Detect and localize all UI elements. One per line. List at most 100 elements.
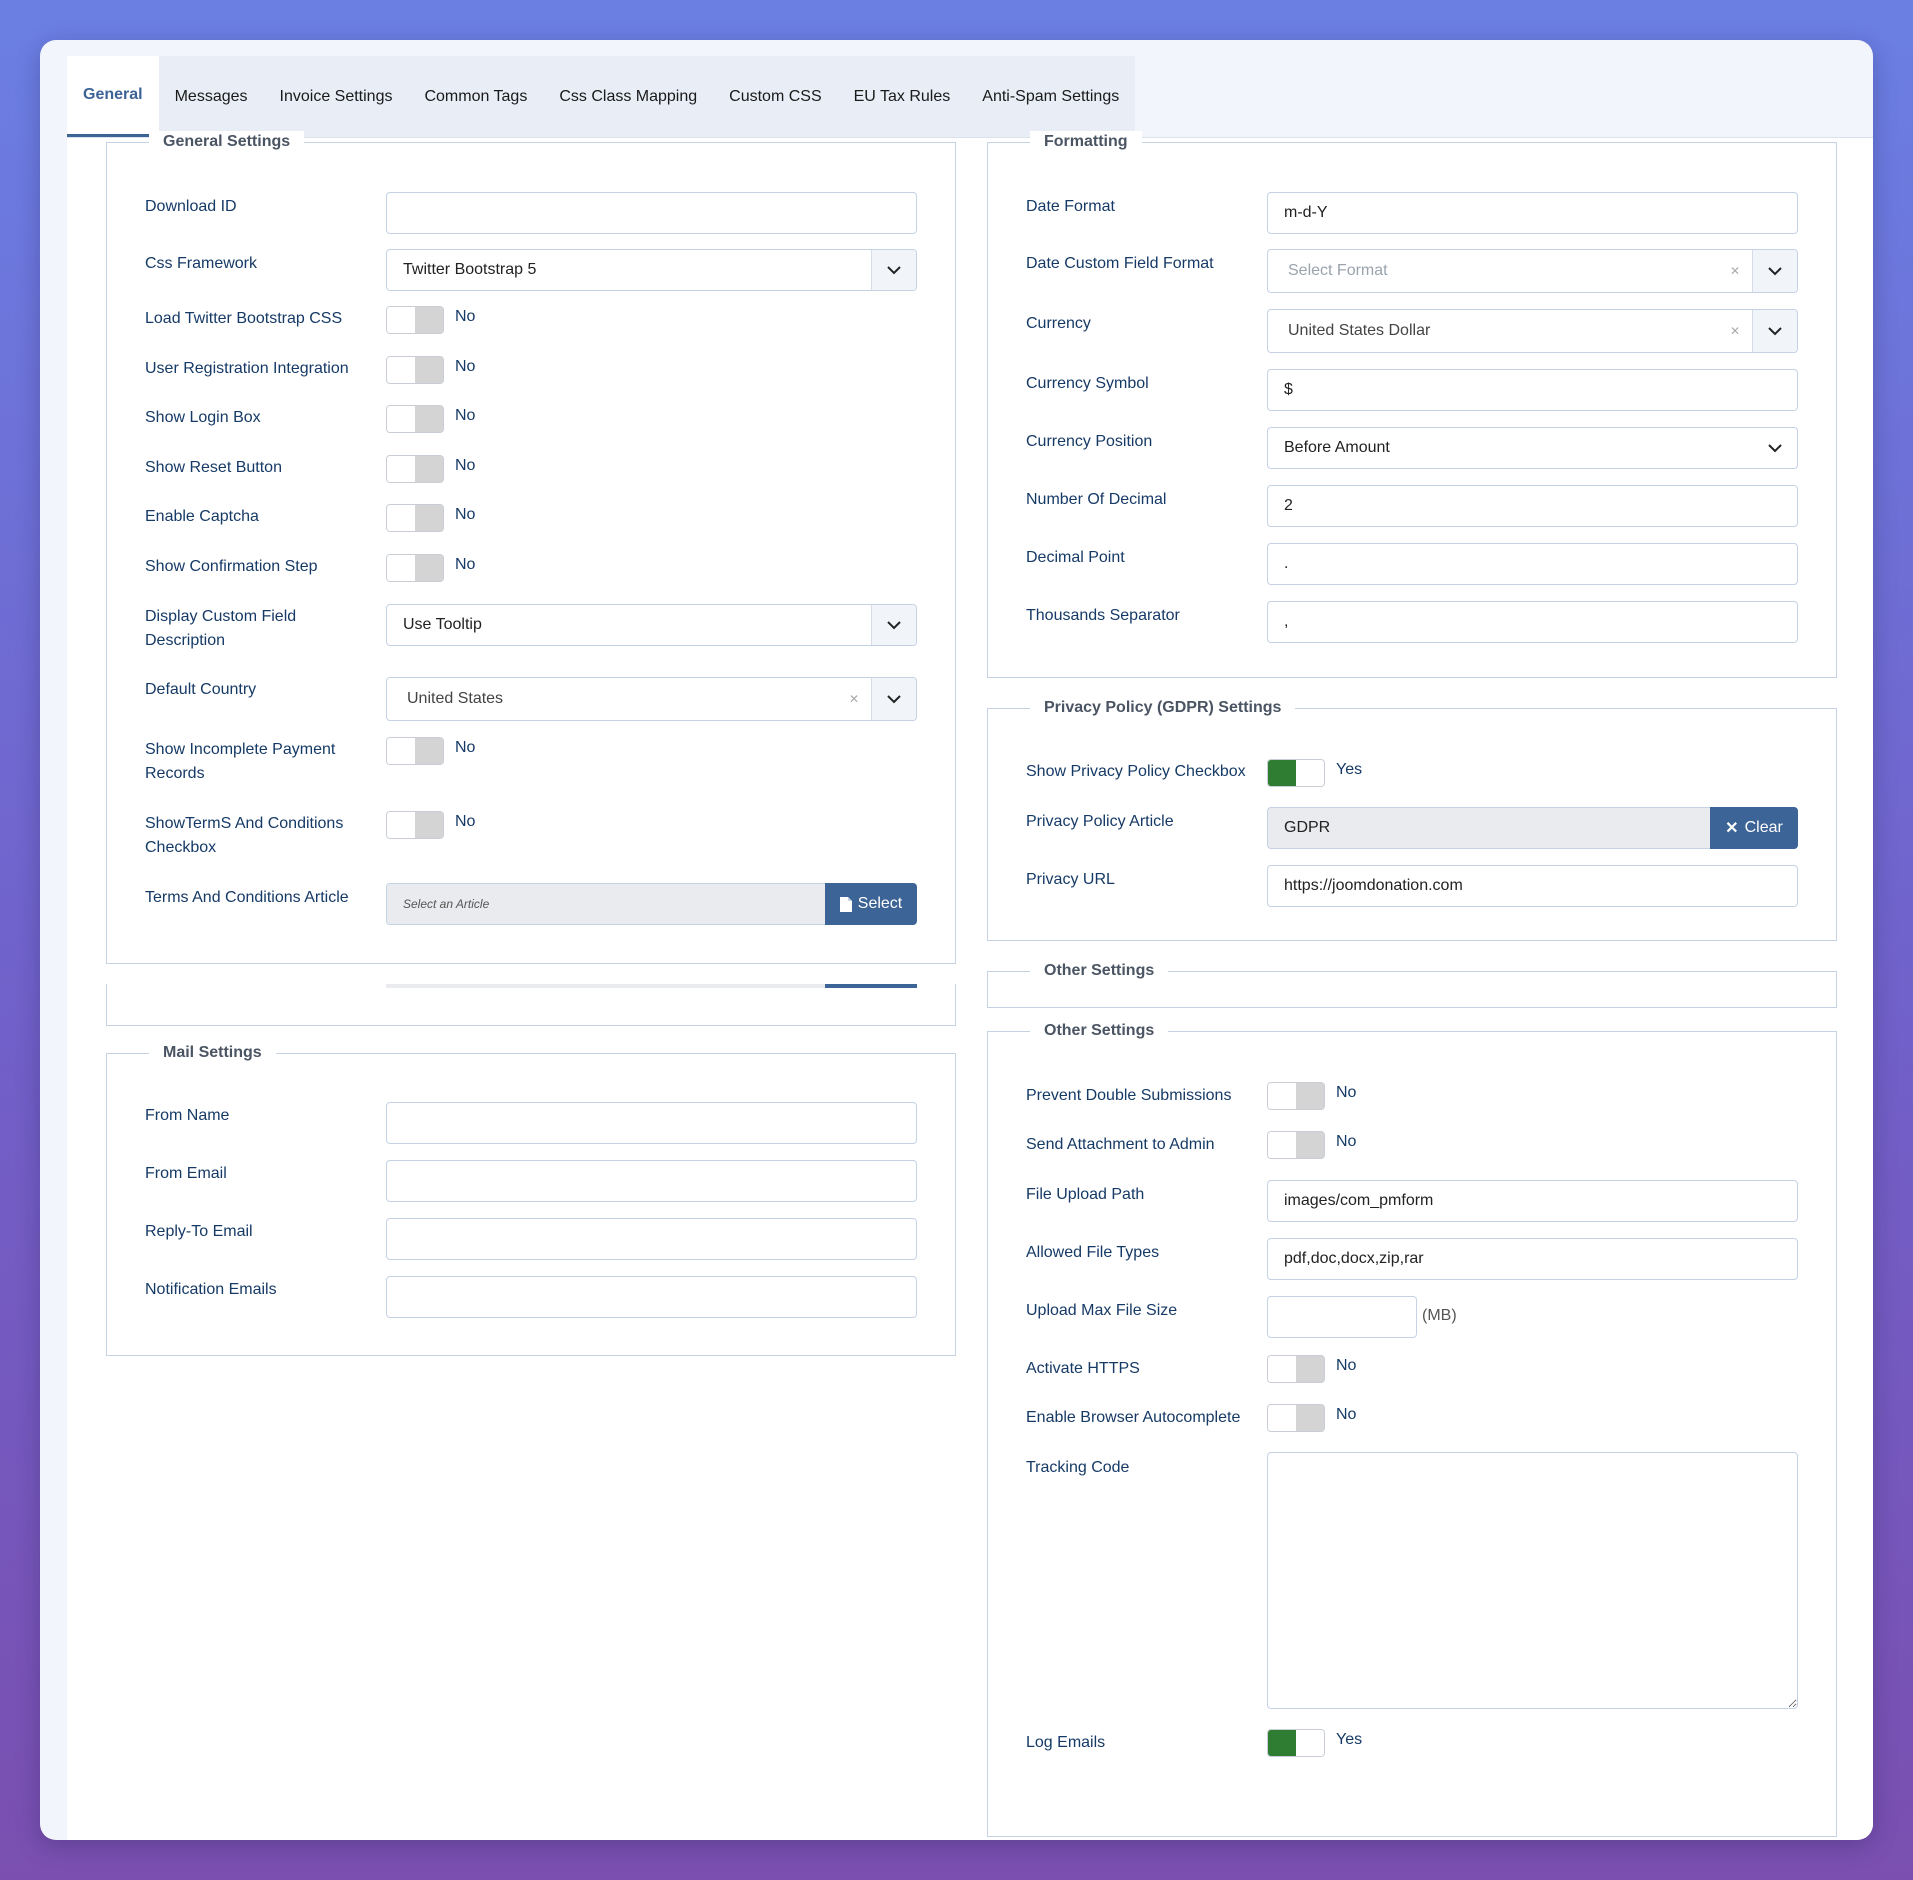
notification-emails-input[interactable]	[386, 1276, 917, 1318]
upload-path-input[interactable]: images/com_pmform	[1267, 1180, 1798, 1222]
show-reset-state: No	[455, 457, 476, 474]
tab-common-tags[interactable]: Common Tags	[408, 56, 543, 137]
from-name-label: From Name	[145, 1107, 230, 1124]
num-decimal-label: Number Of Decimal	[1026, 491, 1167, 508]
other-settings-fieldset: Other Settings Prevent Double Submission…	[987, 1020, 1837, 1837]
terms-article-label: Terms And Conditions Article	[145, 889, 349, 906]
clear-article-label: Clear	[1744, 819, 1783, 836]
date-format-input[interactable]: m-d-Y	[1267, 192, 1798, 234]
tracking-code-textarea[interactable]	[1267, 1452, 1798, 1709]
chevron-down-icon	[1752, 250, 1797, 292]
currency-select[interactable]: United States Dollar ✕	[1267, 309, 1798, 353]
thousands-sep-label: Thousands Separator	[1026, 607, 1180, 624]
send-attachment-label: Send Attachment to Admin	[1026, 1136, 1215, 1153]
download-id-input[interactable]	[386, 192, 917, 234]
currency-position-value: Before Amount	[1284, 439, 1390, 456]
load-bootstrap-toggle[interactable]	[386, 306, 444, 334]
tab-general[interactable]: General	[67, 56, 159, 137]
show-reset-label: Show Reset Button	[145, 459, 282, 476]
max-size-input[interactable]	[1267, 1296, 1417, 1338]
show-confirmation-toggle[interactable]	[386, 554, 444, 582]
prevent-double-toggle[interactable]	[1267, 1082, 1325, 1110]
date-custom-format-select[interactable]: Select Format ✕	[1267, 249, 1798, 293]
privacy-url-input[interactable]: https://joomdonation.com	[1267, 865, 1798, 907]
tab-css-class-mapping[interactable]: Css Class Mapping	[543, 56, 713, 137]
file-icon	[839, 896, 852, 912]
enable-captcha-toggle[interactable]	[386, 504, 444, 532]
log-emails-toggle[interactable]	[1267, 1729, 1325, 1757]
from-email-input[interactable]	[386, 1160, 917, 1202]
privacy-url-label: Privacy URL	[1026, 871, 1115, 888]
show-incomplete-state: No	[455, 739, 476, 756]
autocomplete-toggle[interactable]	[1267, 1404, 1325, 1432]
max-size-label: Upload Max File Size	[1026, 1302, 1178, 1319]
show-confirmation-label: Show Confirmation Step	[145, 558, 318, 575]
autocomplete-state: No	[1336, 1406, 1357, 1423]
https-toggle[interactable]	[1267, 1355, 1325, 1383]
currency-position-select[interactable]: Before Amount	[1267, 427, 1798, 469]
https-label: Activate HTTPS	[1026, 1360, 1140, 1377]
tab-custom-css[interactable]: Custom CSS	[713, 56, 837, 137]
prevent-double-state: No	[1336, 1084, 1357, 1101]
tab-invoice-settings[interactable]: Invoice Settings	[264, 56, 409, 137]
tab-messages[interactable]: Messages	[159, 56, 264, 137]
enable-captcha-state: No	[455, 506, 476, 523]
https-state: No	[1336, 1357, 1357, 1374]
decimal-point-input[interactable]: .	[1267, 543, 1798, 585]
from-name-input[interactable]	[386, 1102, 917, 1144]
close-icon: ✕	[1725, 820, 1739, 837]
display-custom-desc-select[interactable]: Use Tooltip	[386, 604, 917, 646]
other-settings-collapsed-legend: Other Settings	[1030, 960, 1169, 982]
notification-emails-label: Notification Emails	[145, 1281, 277, 1298]
display-custom-desc-label-line2: Description	[145, 632, 226, 649]
general-settings-fieldset: General Settings Download ID Css Framewo…	[106, 131, 956, 964]
tab-anti-spam-settings[interactable]: Anti-Spam Settings	[966, 56, 1135, 137]
settings-window: General Messages Invoice Settings Common…	[40, 40, 1873, 1840]
reply-to-input[interactable]	[386, 1218, 917, 1260]
clear-x-icon[interactable]: ✕	[1730, 264, 1740, 278]
show-terms-label: ShowTermS And Conditions	[145, 815, 344, 832]
upload-path-label: File Upload Path	[1026, 1186, 1145, 1203]
show-login-label: Show Login Box	[145, 409, 261, 426]
date-format-label: Date Format	[1026, 198, 1115, 215]
enable-captcha-label: Enable Captcha	[145, 508, 259, 525]
allowed-types-label: Allowed File Types	[1026, 1244, 1160, 1261]
mail-settings-fieldset: Mail Settings From Name From Email Reply…	[106, 1042, 956, 1356]
send-attachment-state: No	[1336, 1133, 1357, 1150]
max-size-unit: (MB)	[1422, 1307, 1457, 1324]
show-terms-toggle[interactable]	[386, 811, 444, 839]
show-reset-toggle[interactable]	[386, 455, 444, 483]
css-framework-label: Css Framework	[145, 255, 258, 272]
download-id-label: Download ID	[145, 198, 237, 215]
send-attachment-toggle[interactable]	[1267, 1131, 1325, 1159]
show-terms-label-line2: Checkbox	[145, 839, 217, 856]
show-login-toggle[interactable]	[386, 405, 444, 433]
select-article-button[interactable]: Select	[825, 883, 917, 925]
show-incomplete-toggle[interactable]	[386, 737, 444, 765]
css-framework-select[interactable]: Twitter Bootstrap 5	[386, 249, 917, 291]
show-incomplete-label: Show Incomplete Payment	[145, 741, 336, 758]
clear-x-icon[interactable]: ✕	[1730, 324, 1740, 338]
num-decimal-input[interactable]: 2	[1267, 485, 1798, 527]
currency-symbol-label: Currency Symbol	[1026, 375, 1149, 392]
tab-eu-tax-rules[interactable]: EU Tax Rules	[838, 56, 967, 137]
show-privacy-checkbox-toggle[interactable]	[1267, 759, 1325, 787]
show-privacy-checkbox-label: Show Privacy Policy Checkbox	[1026, 763, 1246, 780]
terms-article-placeholder: Select an Article	[403, 897, 490, 911]
thousands-sep-input[interactable]: ,	[1267, 601, 1798, 643]
user-registration-toggle[interactable]	[386, 356, 444, 384]
display-custom-desc-label: Display Custom Field	[145, 608, 297, 625]
terms-article-input[interactable]: Select an Article	[386, 883, 826, 925]
allowed-types-input[interactable]: pdf,doc,docx,zip,rar	[1267, 1238, 1798, 1280]
user-registration-state: No	[455, 358, 476, 375]
load-bootstrap-state: No	[455, 308, 476, 325]
show-confirmation-state: No	[455, 556, 476, 573]
privacy-article-input[interactable]: GDPR	[1267, 807, 1711, 849]
default-country-select[interactable]: United States ✕	[386, 677, 917, 721]
show-incomplete-label-line2: Records	[145, 765, 205, 782]
tab-bar: General Messages Invoice Settings Common…	[67, 56, 1136, 137]
decimal-point-label: Decimal Point	[1026, 549, 1125, 566]
clear-article-button[interactable]: ✕ Clear	[1710, 807, 1798, 849]
currency-symbol-input[interactable]: $	[1267, 369, 1798, 411]
clear-x-icon[interactable]: ✕	[849, 692, 859, 706]
